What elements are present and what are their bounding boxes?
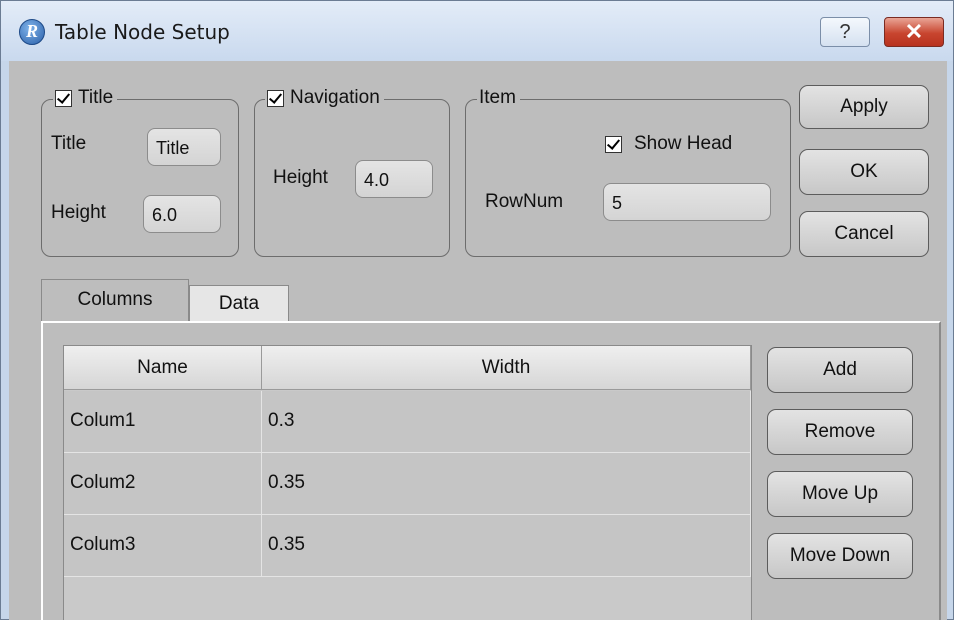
close-icon: ✕ — [904, 19, 924, 44]
item-group-label: Item — [479, 87, 516, 108]
table-row[interactable]: Colum1 0.3 — [64, 391, 751, 453]
ok-button[interactable]: OK — [799, 149, 929, 195]
title-group-legend[interactable]: Title — [53, 87, 118, 109]
title-bar[interactable]: R Table Node Setup ? ✕ — [1, 1, 953, 61]
item-group-legend: Item — [477, 87, 520, 109]
table-cell-width[interactable]: 0.35 — [262, 453, 751, 514]
column-header-name[interactable]: Name — [64, 346, 262, 390]
table-row[interactable]: Colum2 0.35 — [64, 453, 751, 515]
columns-panel: Name Width Colum1 0.3 Colum2 0.35 Colum3… — [41, 321, 941, 620]
item-group — [465, 99, 791, 257]
title-field[interactable]: Title — [147, 128, 221, 166]
show-head-option[interactable]: Show Head — [605, 133, 732, 155]
title-group-label: Title — [78, 87, 114, 108]
table-node-setup-dialog: R Table Node Setup ? ✕ Title Title Title… — [0, 0, 954, 620]
navigation-height-field[interactable]: 4.0 — [355, 160, 433, 198]
title-group — [41, 99, 239, 257]
columns-table[interactable]: Name Width Colum1 0.3 Colum2 0.35 Colum3… — [63, 345, 752, 620]
title-checkbox[interactable] — [55, 89, 72, 107]
show-head-checkbox[interactable] — [605, 135, 622, 153]
help-button[interactable]: ? — [820, 17, 870, 47]
navigation-height-label: Height — [273, 167, 328, 188]
show-head-label: Show Head — [634, 133, 733, 154]
navigation-group-legend[interactable]: Navigation — [265, 87, 384, 109]
navigation-checkbox[interactable] — [267, 89, 284, 107]
move-down-button[interactable]: Move Down — [767, 533, 913, 579]
table-cell-name[interactable]: Colum3 — [64, 515, 262, 576]
table-row[interactable]: Colum3 0.35 — [64, 515, 751, 577]
rownum-field[interactable]: 5 — [603, 183, 771, 221]
move-up-button[interactable]: Move Up — [767, 471, 913, 517]
table-cell-width[interactable]: 0.35 — [262, 515, 751, 576]
dialog-body: Title Title Title Height 6.0 Navigation … — [9, 61, 947, 620]
table-cell-name[interactable]: Colum2 — [64, 453, 262, 514]
remove-button[interactable]: Remove — [767, 409, 913, 455]
rownum-label: RowNum — [485, 191, 564, 212]
table-cell-width[interactable]: 0.3 — [262, 391, 751, 452]
tab-data[interactable]: Data — [189, 285, 289, 323]
column-header-width[interactable]: Width — [262, 346, 751, 390]
navigation-group-label: Navigation — [290, 87, 380, 108]
tab-columns[interactable]: Columns — [41, 279, 189, 323]
help-icon: ? — [839, 21, 851, 43]
apply-button[interactable]: Apply — [799, 85, 929, 129]
title-height-field[interactable]: 6.0 — [143, 195, 221, 233]
close-button[interactable]: ✕ — [884, 17, 944, 47]
title-height-label: Height — [51, 202, 106, 223]
title-label: Title — [51, 133, 87, 154]
window-title: Table Node Setup — [55, 20, 230, 44]
table-header: Name Width — [64, 346, 751, 390]
cancel-button[interactable]: Cancel — [799, 211, 929, 257]
app-icon: R — [19, 19, 45, 45]
add-button[interactable]: Add — [767, 347, 913, 393]
table-cell-name[interactable]: Colum1 — [64, 391, 262, 452]
